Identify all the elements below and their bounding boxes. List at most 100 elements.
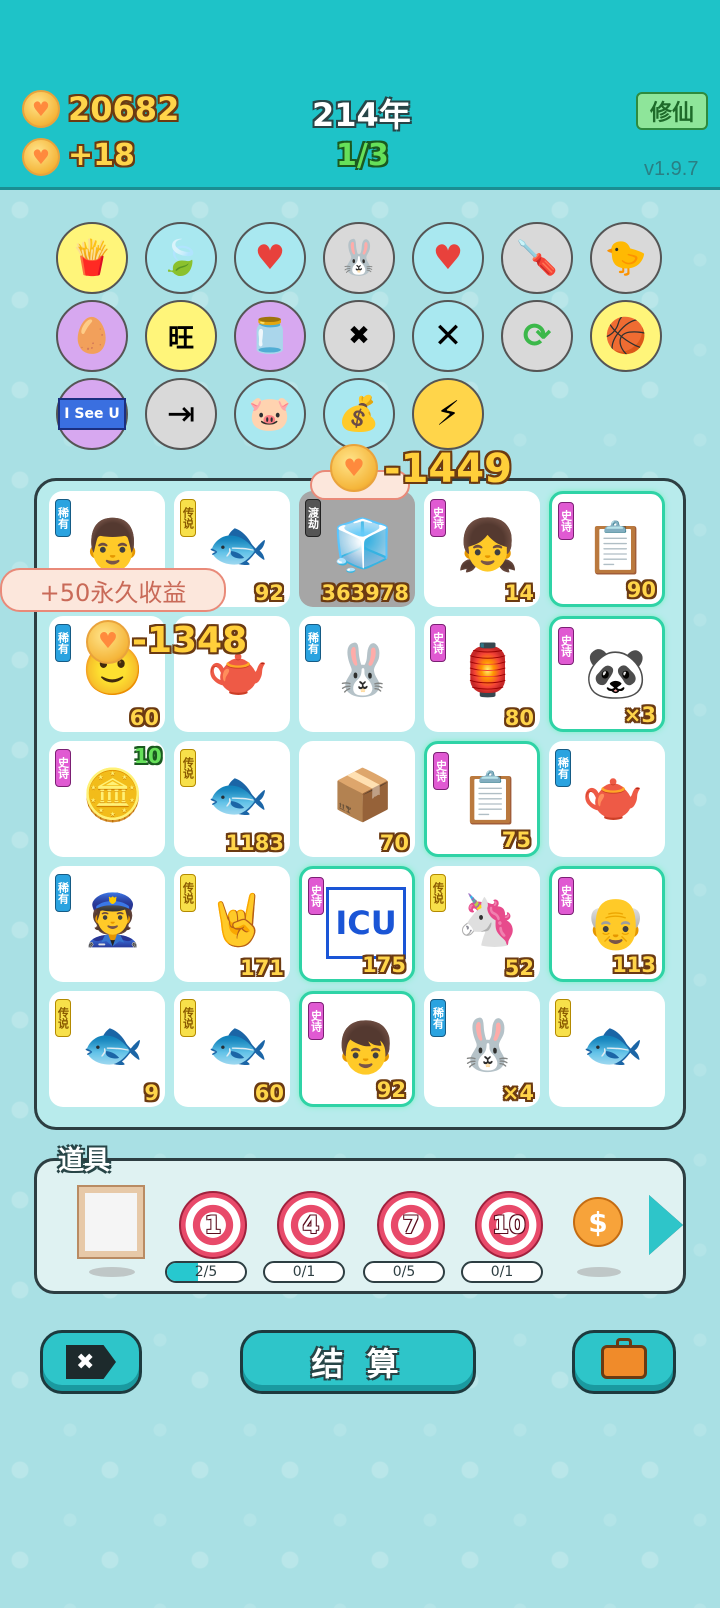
coin-loss-left: -1348 bbox=[132, 620, 248, 661]
skip-icon[interactable]: ⇥ bbox=[145, 378, 217, 450]
tile-value: 113 bbox=[612, 953, 656, 977]
piggy-bank-icon[interactable]: 🐷 bbox=[234, 378, 306, 450]
tile-old-man[interactable]: 史诗 👴 113 bbox=[549, 866, 665, 982]
tile-box[interactable]: 📦 70 bbox=[299, 741, 415, 857]
target-10-prop[interactable]: 10 bbox=[475, 1191, 543, 1259]
dollar-coin-prop[interactable]: $ bbox=[573, 1197, 623, 1247]
rarity-badge: 稀有 bbox=[305, 624, 321, 662]
coin-shadow bbox=[577, 1267, 621, 1277]
tile-koi-5[interactable]: 传说 🐟 bbox=[549, 991, 665, 1107]
i-see-u-icon[interactable]: I See U bbox=[56, 378, 128, 450]
screwdriver-icon[interactable]: 🪛 bbox=[501, 222, 573, 294]
tile-value: 363978 bbox=[321, 581, 409, 605]
tile-rabbit-2-icon: 🐰 bbox=[456, 1015, 520, 1074]
tile-koi-2[interactable]: 传说 🐟 1183 bbox=[174, 741, 290, 857]
rarity-badge: 稀有 bbox=[430, 999, 446, 1037]
tile-police[interactable]: 稀有 👮 bbox=[49, 866, 165, 982]
tile-unicorn[interactable]: 传说 🦄 52 bbox=[424, 866, 540, 982]
target-4-prop[interactable]: 4 bbox=[277, 1191, 345, 1259]
rarity-badge: 史诗 bbox=[308, 1002, 324, 1040]
tile-rabbit[interactable]: 稀有 🐰 bbox=[299, 616, 415, 732]
rarity-badge: 史诗 bbox=[430, 624, 446, 662]
tile-girl[interactable]: 史诗 👧 14 bbox=[424, 491, 540, 607]
tile-ctrl-cv-icon: 📋 bbox=[584, 518, 648, 577]
tile-ctrl-cv-2[interactable]: 史诗 📋 75 bbox=[424, 741, 540, 857]
tile-value: 70 bbox=[379, 831, 409, 855]
delete-tag-icon: ✖ bbox=[66, 1345, 116, 1379]
tile-box-icon: 📦 bbox=[331, 765, 395, 824]
tile-koi-4[interactable]: 传说 🐟 60 bbox=[174, 991, 290, 1107]
tile-rabbit-icon: 🐰 bbox=[331, 640, 395, 699]
xiuxian-button[interactable]: 修仙 bbox=[636, 92, 708, 130]
target-1-prop[interactable]: 1 bbox=[179, 1191, 247, 1259]
lightning-icon[interactable]: ⚡ bbox=[412, 378, 484, 450]
permanent-income-popup: +50永久收益 bbox=[0, 568, 226, 612]
year-counter: 214年 bbox=[312, 96, 411, 134]
props-panel: 1 2/5 4 0/1 7 0/5 10 0/1 $ bbox=[34, 1158, 686, 1294]
rarity-badge: 渡劫 bbox=[305, 499, 321, 537]
tile-rock-hand-icon: 🤘 bbox=[206, 890, 270, 949]
blood-fan-icon-2[interactable]: ♥ bbox=[412, 222, 484, 294]
tile-red-hat-boy[interactable]: 史诗 👦 92 bbox=[299, 991, 415, 1107]
tile-koi-2-icon: 🐟 bbox=[206, 765, 270, 824]
tile-panda[interactable]: 史诗 🐼 ×3 bbox=[549, 616, 665, 732]
tile-teapot-2[interactable]: 稀有 🫖 bbox=[549, 741, 665, 857]
rarity-badge: 史诗 bbox=[558, 502, 574, 540]
rarity-badge: 传说 bbox=[555, 999, 571, 1037]
tile-value: 175 bbox=[362, 953, 406, 977]
next-arrow-icon[interactable] bbox=[649, 1195, 683, 1255]
coin-icon: ♥ bbox=[22, 90, 60, 128]
tile-value: ×4 bbox=[501, 1081, 534, 1105]
tile-rabbit-2[interactable]: 稀有 🐰 ×4 bbox=[424, 991, 540, 1107]
fries-icon[interactable]: 🍟 bbox=[56, 222, 128, 294]
tile-rabbit-house[interactable]: 史诗 🏮 80 bbox=[424, 616, 540, 732]
cross-sticks-icon[interactable]: ✕ bbox=[412, 300, 484, 372]
tile-value: 1183 bbox=[225, 831, 284, 855]
tile-ctrl-cv[interactable]: 史诗 📋 90 bbox=[549, 491, 665, 607]
target-10-count: 0/1 bbox=[461, 1261, 543, 1283]
tile-koi-5-icon: 🐟 bbox=[581, 1015, 645, 1074]
tile-value: 92 bbox=[254, 581, 284, 605]
wang-tiles-icon[interactable]: 旺 bbox=[145, 300, 217, 372]
jar-icon[interactable]: 🫙 bbox=[234, 300, 306, 372]
target-7-prop[interactable]: 7 bbox=[377, 1191, 445, 1259]
delete-tag-icon[interactable]: ✖ bbox=[323, 300, 395, 372]
tile-girl-icon: 👧 bbox=[456, 515, 520, 574]
tile-rabbit-house-icon: 🏮 bbox=[456, 640, 520, 699]
blood-fan-icon[interactable]: ♥ bbox=[234, 222, 306, 294]
rarity-badge: 传说 bbox=[55, 999, 71, 1037]
money-bag-icon[interactable]: 💰 bbox=[323, 378, 395, 450]
rarity-badge: 稀有 bbox=[55, 499, 71, 537]
tile-value: 75 bbox=[501, 828, 531, 852]
rarity-badge: 史诗 bbox=[558, 877, 574, 915]
basketballs-icon[interactable]: 🏀 bbox=[590, 300, 662, 372]
target-4-count: 0/1 bbox=[263, 1261, 345, 1283]
rarity-badge: 传说 bbox=[180, 499, 196, 537]
leaf-icon[interactable]: 🍃 bbox=[145, 222, 217, 294]
rarity-badge: 史诗 bbox=[308, 877, 324, 915]
tile-rock-hand[interactable]: 传说 🤘 171 bbox=[174, 866, 290, 982]
tile-value: 171 bbox=[240, 956, 284, 980]
delete-button[interactable]: ✖ bbox=[40, 1330, 142, 1394]
chick-egg-icon[interactable]: 🐤 bbox=[590, 222, 662, 294]
rarity-badge: 史诗 bbox=[433, 752, 449, 790]
bonus-ten: 10 bbox=[134, 744, 162, 768]
rarity-badge: 传说 bbox=[180, 749, 196, 787]
rarity-badge: 史诗 bbox=[558, 627, 574, 665]
refresh-icon[interactable]: ⟳ bbox=[501, 300, 573, 372]
frame-shadow bbox=[89, 1267, 135, 1277]
tile-value: 92 bbox=[376, 1078, 406, 1102]
frame-prop[interactable] bbox=[79, 1187, 143, 1257]
tile-koi-3[interactable]: 传说 🐟 9 bbox=[49, 991, 165, 1107]
tile-icu[interactable]: 史诗 ICU 175 bbox=[299, 866, 415, 982]
briefcase-button[interactable] bbox=[572, 1330, 676, 1394]
tile-fridge[interactable]: 渡劫 🧊 363978 bbox=[299, 491, 415, 607]
version-label: v1.9.7 bbox=[644, 158, 699, 180]
top-bar: ♥ 20682 ♥ +18 214年 1/3 修仙 v1.9.7 bbox=[0, 0, 720, 190]
tile-red-hat-boy-icon: 👦 bbox=[334, 1018, 398, 1077]
egg-face-icon[interactable]: 🥚 bbox=[56, 300, 128, 372]
tile-panda-icon: 🐼 bbox=[584, 643, 648, 702]
rabbit-icon[interactable]: 🐰 bbox=[323, 222, 395, 294]
minus-coin-icon: ♥ bbox=[330, 444, 378, 492]
settle-button[interactable]: 结 算 bbox=[240, 1330, 476, 1394]
